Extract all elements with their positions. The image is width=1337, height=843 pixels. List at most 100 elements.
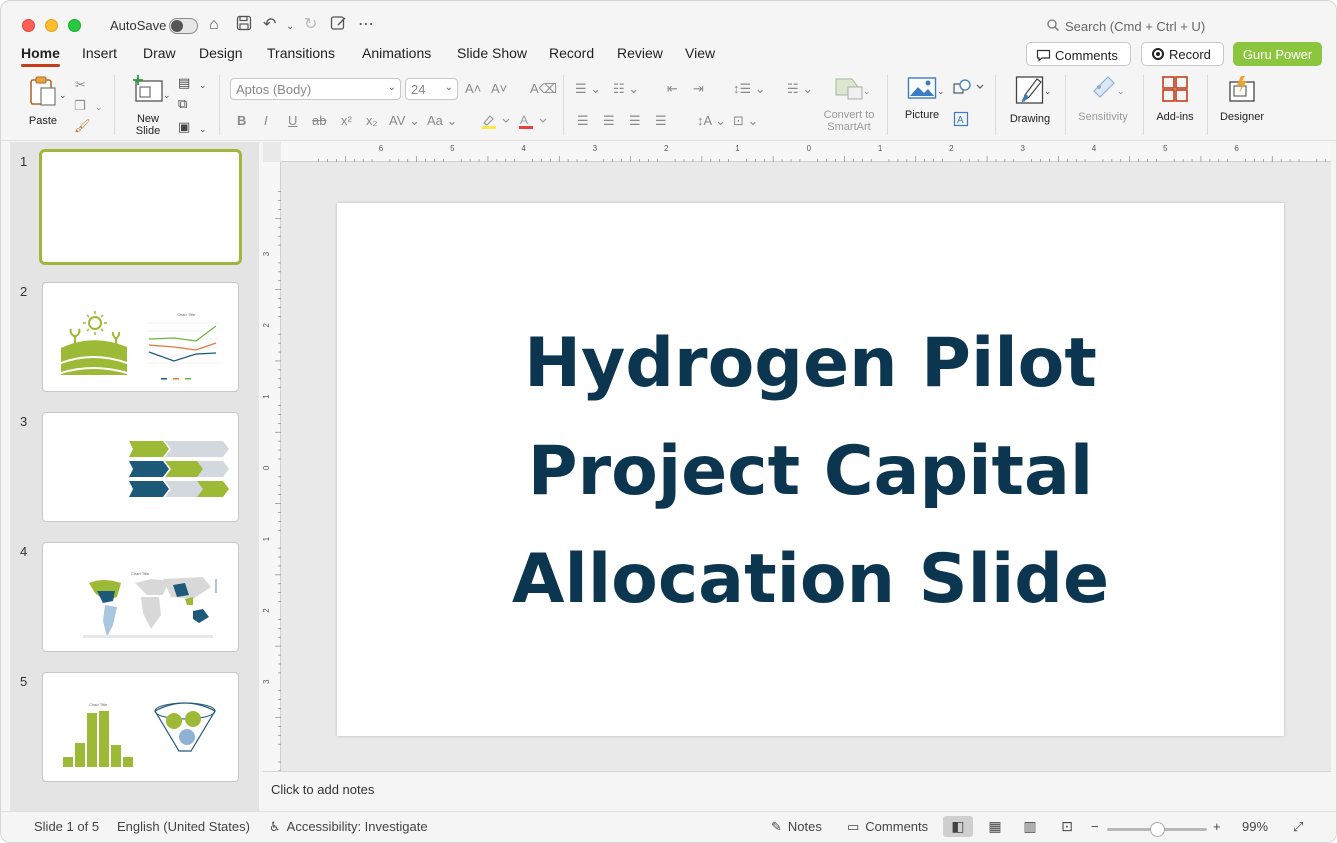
character-spacing-icon[interactable]: AV ⌄	[389, 113, 420, 129]
copy-dropdown-icon[interactable]: ⌄	[95, 99, 103, 115]
paste-button[interactable]: Paste	[23, 75, 63, 127]
subscript-icon[interactable]: x₂	[366, 113, 378, 129]
reset-icon[interactable]: ⧉	[178, 96, 187, 112]
tab-review[interactable]: Review	[617, 45, 663, 61]
guru-power-button[interactable]: Guru Power	[1233, 42, 1322, 66]
tab-design[interactable]: Design	[199, 45, 243, 61]
font-size-select[interactable]: 24 ⌄	[405, 78, 458, 100]
slideshow-button[interactable]: ⊡	[1052, 816, 1082, 837]
italic-icon[interactable]: I	[264, 113, 268, 129]
new-slide-dropdown-icon[interactable]: ⌄	[163, 87, 171, 103]
tab-insert[interactable]: Insert	[82, 45, 117, 61]
slide-sorter-button[interactable]: ▦	[980, 816, 1010, 837]
section-dropdown-icon[interactable]: ⌄	[199, 121, 207, 137]
line-spacing-icon[interactable]: ↕☰ ⌄	[733, 81, 766, 97]
reading-view-button[interactable]: ▥	[1015, 816, 1045, 837]
designer-button[interactable]: Designer	[1215, 75, 1269, 123]
paste-dropdown-icon[interactable]: ⌄	[59, 87, 67, 103]
redo-icon[interactable]: ↻	[304, 15, 317, 35]
highlight-icon[interactable]	[481, 113, 513, 133]
new-slide-button[interactable]: New Slide	[125, 75, 171, 137]
decrease-font-icon[interactable]: A˅	[491, 81, 507, 97]
clear-format-icon[interactable]: A⌫	[530, 81, 557, 97]
zoom-slider[interactable]	[1107, 822, 1207, 837]
more-icon[interactable]: ⋯	[358, 15, 374, 35]
copy-icon[interactable]: ❐	[74, 98, 86, 114]
zoom-slider-handle[interactable]	[1149, 822, 1165, 837]
bullets-icon[interactable]: ☰ ⌄	[575, 81, 601, 97]
drawing-dropdown-icon[interactable]: ⌄	[1044, 83, 1052, 99]
tab-draw[interactable]: Draw	[143, 45, 176, 61]
smartart-dropdown-icon[interactable]: ⌄	[863, 83, 871, 99]
align-left-icon[interactable]: ☰	[577, 113, 589, 129]
picture-dropdown-icon[interactable]: ⌄	[937, 83, 945, 99]
undo-dropdown-icon[interactable]: ⌄	[286, 17, 294, 37]
slide-title-line-3: Allocation Slide	[511, 540, 1110, 619]
slide-thumbnail-3[interactable]	[42, 412, 239, 522]
horizontal-ruler[interactable]: 6 5 4 3 2 1 0 1 2 3 4 5 6	[281, 142, 1331, 162]
vertical-ruler[interactable]: 3 2 1 0 1 2 3	[262, 162, 281, 772]
section-icon[interactable]: ▣	[178, 119, 190, 135]
layout-icon[interactable]: ▤	[178, 75, 190, 91]
zoom-level[interactable]: 99%	[1242, 819, 1268, 834]
normal-view-button[interactable]: ◧	[943, 816, 973, 837]
fit-to-window-icon[interactable]: ⤢	[1293, 819, 1303, 835]
comments-toggle[interactable]: ▭ Comments	[847, 819, 928, 835]
close-window-button[interactable]	[22, 19, 35, 32]
ribbon-separator	[1207, 75, 1208, 135]
minimize-window-button[interactable]	[45, 19, 58, 32]
change-case-icon[interactable]: Aa ⌄	[427, 113, 457, 129]
maximize-window-button[interactable]	[68, 19, 81, 32]
textbox-icon[interactable]: A	[953, 111, 969, 131]
superscript-icon[interactable]: x²	[341, 113, 352, 129]
decrease-indent-icon[interactable]: ⇤	[667, 81, 678, 97]
format-painter-icon[interactable]: 🖌	[74, 118, 91, 134]
text-direction-icon[interactable]: ↕A ⌄	[697, 113, 726, 129]
sensitivity-dropdown-icon[interactable]: ⌄	[1117, 83, 1125, 99]
bold-icon[interactable]: B	[237, 113, 246, 129]
home-icon[interactable]: ⌂	[209, 15, 219, 35]
zoom-in-button[interactable]: +	[1213, 819, 1221, 834]
print-icon[interactable]	[330, 15, 347, 37]
undo-icon[interactable]: ↶	[263, 15, 276, 35]
slide-canvas[interactable]: Hydrogen Pilot Project Capital Allocatio…	[337, 203, 1284, 736]
slide-thumbnail-5[interactable]: Chart Title	[42, 672, 239, 782]
autosave-toggle[interactable]	[169, 18, 198, 34]
addins-button[interactable]: Add-ins	[1151, 75, 1199, 123]
search-box[interactable]: Search (Cmd + Ctrl + U)	[1047, 19, 1205, 34]
shapes-icon[interactable]	[953, 79, 987, 99]
align-right-icon[interactable]: ☰	[629, 113, 641, 129]
cut-icon[interactable]: ✂	[75, 77, 86, 93]
notes-toggle[interactable]: ✎ Notes	[771, 819, 822, 835]
tab-animations[interactable]: Animations	[362, 45, 431, 61]
tab-view[interactable]: View	[685, 45, 715, 61]
tab-record[interactable]: Record	[549, 45, 594, 61]
columns-icon[interactable]: ☵ ⌄	[787, 81, 813, 97]
align-text-icon[interactable]: ⊡ ⌄	[733, 113, 758, 129]
font-color-icon[interactable]: A	[518, 113, 550, 133]
strikethrough-icon[interactable]: ab	[312, 113, 326, 129]
increase-font-icon[interactable]: A˄	[465, 81, 481, 97]
slide-thumbnail-4[interactable]: Chart Title	[42, 542, 239, 652]
align-center-icon[interactable]: ☰	[603, 113, 615, 129]
language-indicator[interactable]: English (United States)	[117, 819, 250, 834]
slide-thumbnail-2[interactable]: Chart Title	[42, 282, 239, 392]
notes-pane[interactable]: Click to add notes	[263, 771, 1331, 811]
record-button[interactable]: Record	[1141, 42, 1224, 66]
tab-transitions[interactable]: Transitions	[267, 45, 335, 61]
underline-icon[interactable]: U	[288, 113, 297, 129]
comments-button[interactable]: Comments	[1026, 42, 1131, 66]
tab-slide-show[interactable]: Slide Show	[457, 45, 527, 61]
tab-home[interactable]: Home	[21, 45, 60, 67]
slide-title[interactable]: Hydrogen Pilot Project Capital Allocatio…	[337, 310, 1284, 634]
layout-dropdown-icon[interactable]: ⌄	[199, 77, 207, 93]
increase-indent-icon[interactable]: ⇥	[693, 81, 704, 97]
save-icon[interactable]	[236, 15, 252, 37]
zoom-out-button[interactable]: −	[1091, 819, 1099, 834]
font-name-select[interactable]: Aptos (Body) ⌄	[230, 78, 401, 100]
accessibility-status[interactable]: ♿ Accessibility: Investigate	[269, 819, 428, 835]
numbering-icon[interactable]: ☷ ⌄	[613, 81, 639, 97]
justify-icon[interactable]: ☰	[655, 113, 667, 129]
thumbnail-number: 2	[20, 284, 28, 299]
slide-thumbnail-1[interactable]	[39, 149, 242, 265]
